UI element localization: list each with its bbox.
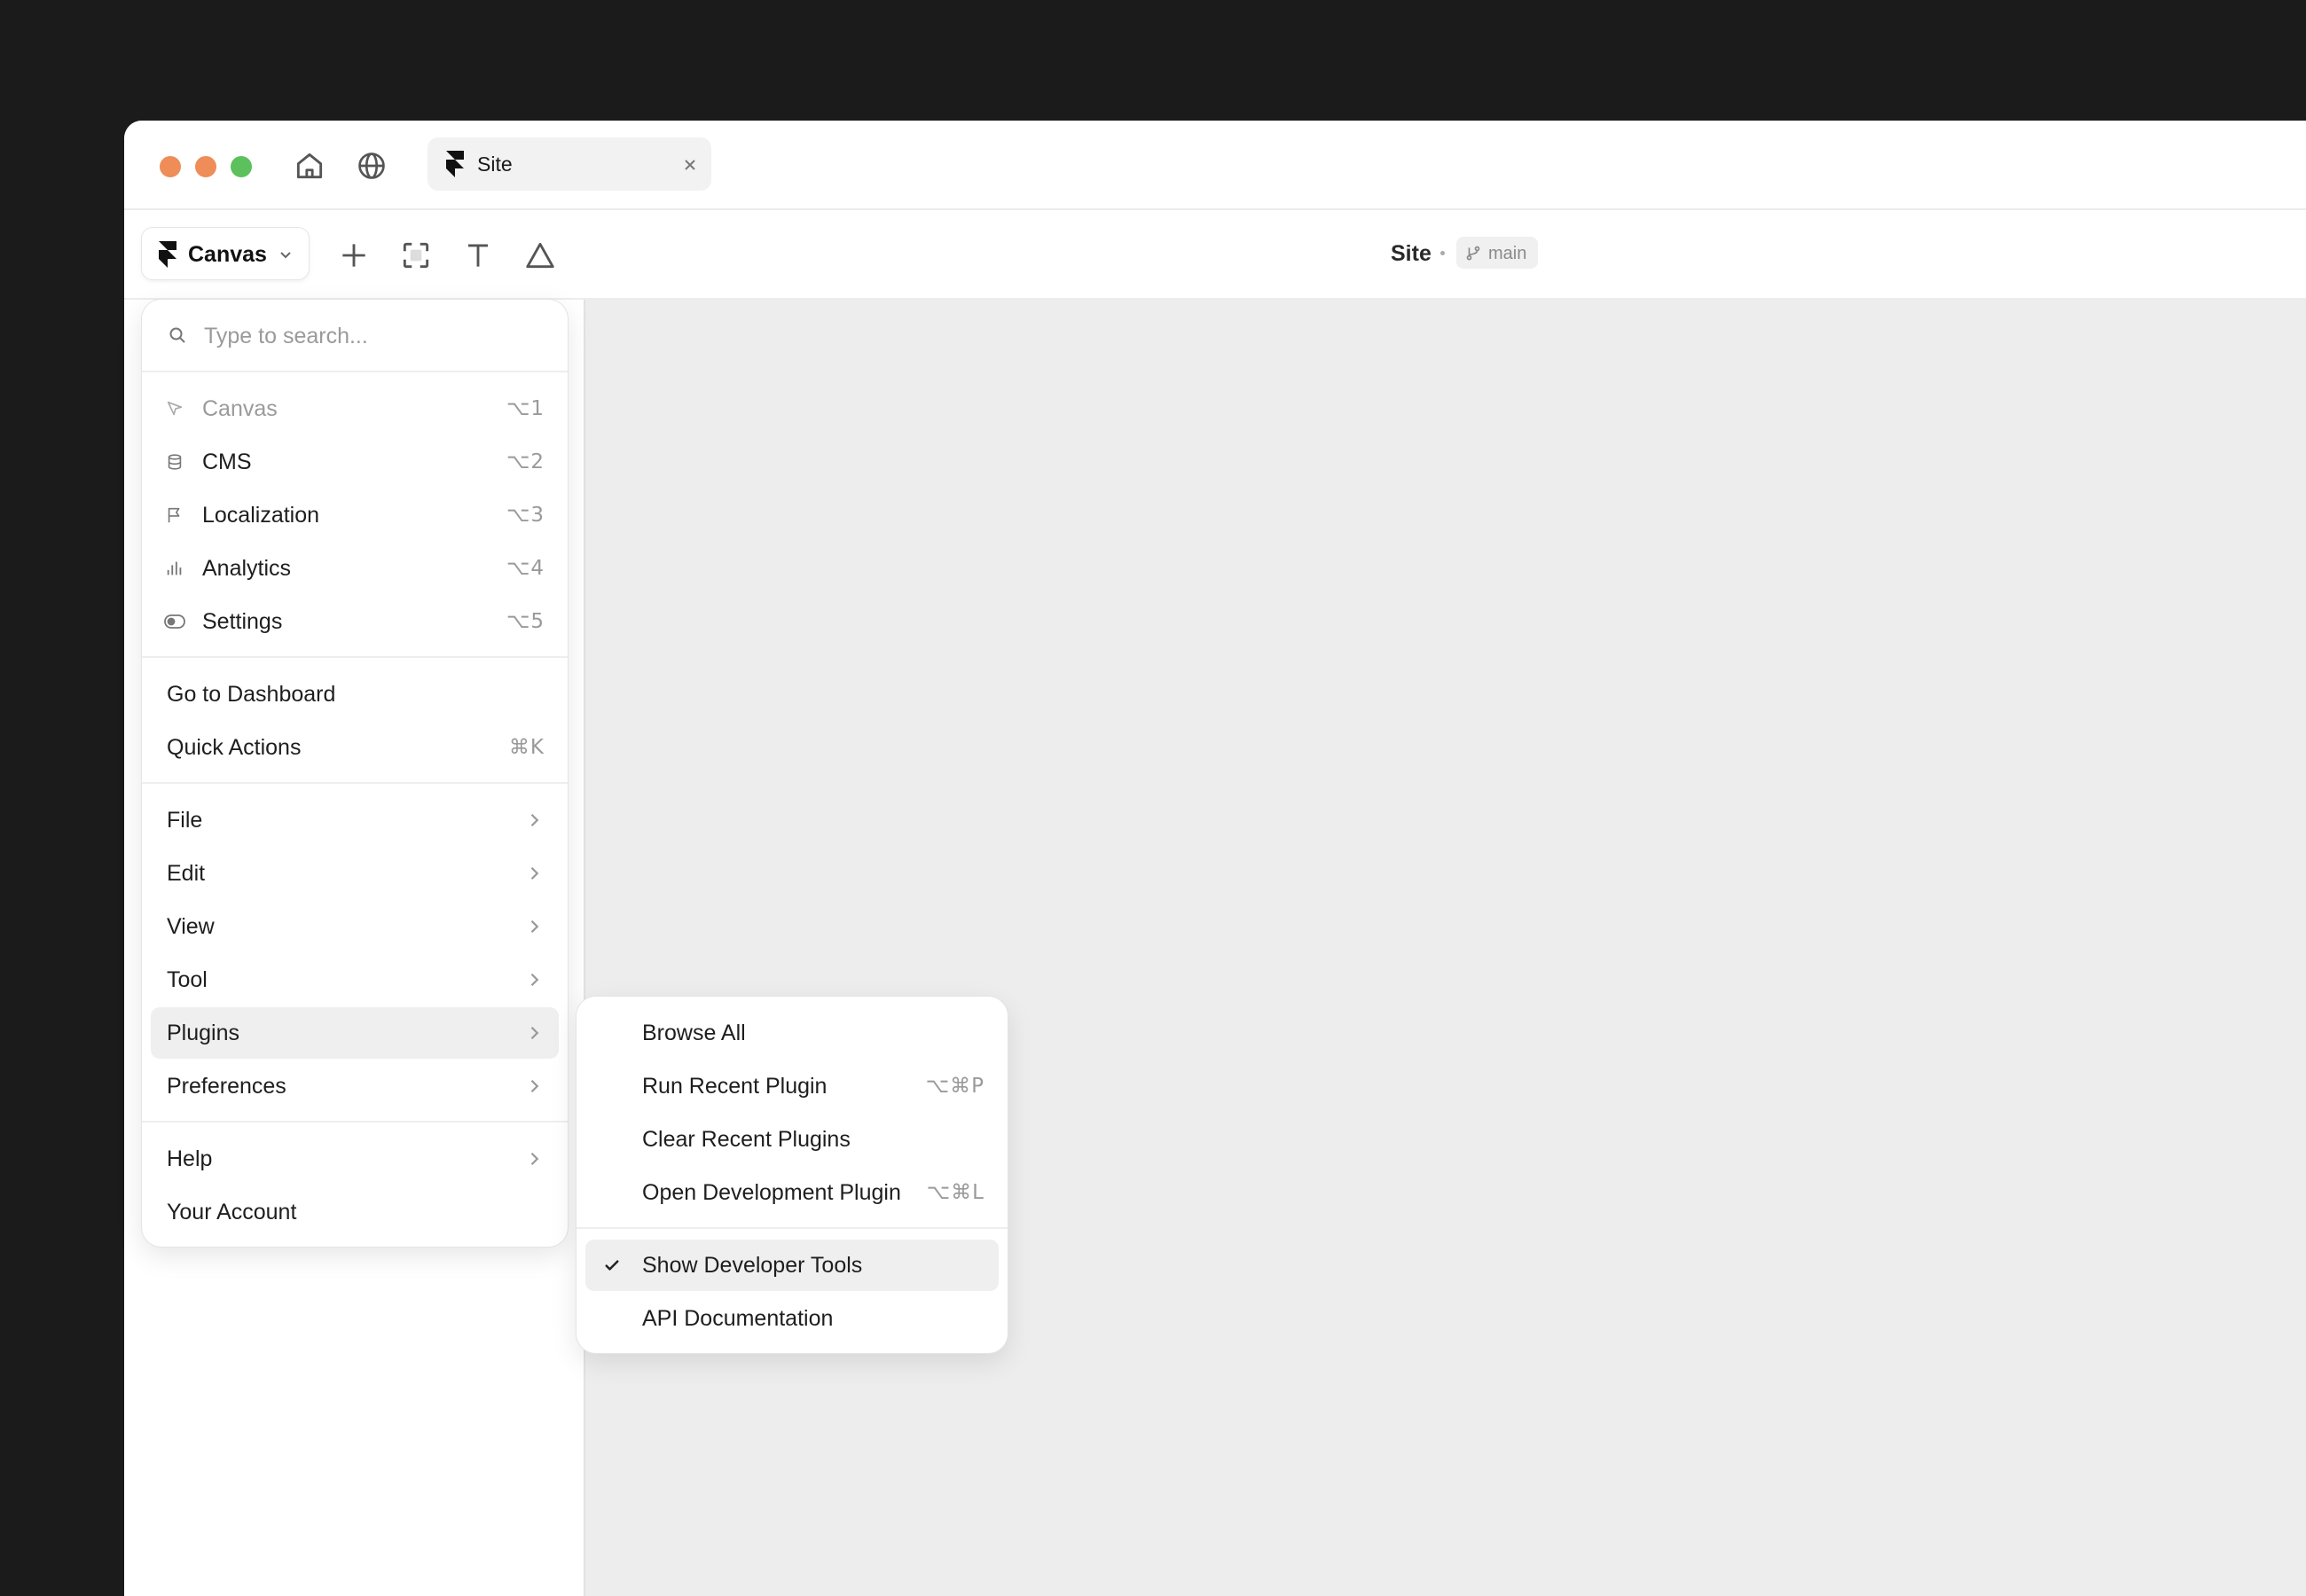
bar-chart-icon xyxy=(165,559,184,578)
menu-item-label: Analytics xyxy=(202,556,292,581)
flag-icon xyxy=(165,505,184,525)
submenu-item-run-recent-plugin[interactable]: Run Recent Plugin ⌥⌘P xyxy=(585,1060,999,1112)
minimize-window-button[interactable] xyxy=(195,156,216,177)
canvas-area[interactable] xyxy=(584,300,2306,1596)
menu-item-help[interactable]: Help xyxy=(151,1133,559,1185)
plugins-submenu: Browse All Run Recent Plugin ⌥⌘P Clear R… xyxy=(576,997,1008,1353)
menu-item-label: Open Development Plugin xyxy=(642,1180,901,1205)
menu-item-label: Your Account xyxy=(167,1200,297,1224)
menu-item-label: Run Recent Plugin xyxy=(642,1074,827,1099)
close-window-button[interactable] xyxy=(160,156,181,177)
shortcut: ⌥⌘L xyxy=(926,1181,984,1204)
menu-item-analytics[interactable]: Analytics ⌥4 xyxy=(151,543,559,594)
divider xyxy=(142,371,568,372)
plus-icon[interactable] xyxy=(337,239,371,272)
menu-item-label: Quick Actions xyxy=(167,735,302,760)
search-icon xyxy=(167,325,188,346)
menu-item-label: Preferences xyxy=(167,1074,286,1099)
chevron-right-icon xyxy=(525,918,543,935)
project-title: Site xyxy=(1391,241,1431,266)
shortcut: ⌥3 xyxy=(506,504,545,527)
menu-item-label: Show Developer Tools xyxy=(642,1253,863,1278)
submenu-item-open-development-plugin[interactable]: Open Development Plugin ⌥⌘L xyxy=(585,1167,999,1218)
frame-icon[interactable] xyxy=(399,239,433,272)
search-input[interactable] xyxy=(202,316,543,356)
menu-item-edit[interactable]: Edit xyxy=(151,848,559,899)
menu-item-cms[interactable]: CMS ⌥2 xyxy=(151,436,559,488)
menu-item-go-to-dashboard[interactable]: Go to Dashboard xyxy=(151,669,559,720)
toggle-icon xyxy=(163,612,186,631)
menu-item-quick-actions[interactable]: Quick Actions ⌘K xyxy=(151,722,559,773)
tab-site[interactable]: Site xyxy=(427,137,711,191)
submenu-item-clear-recent-plugins[interactable]: Clear Recent Plugins xyxy=(585,1114,999,1165)
menu-item-label: Edit xyxy=(167,861,206,886)
divider xyxy=(142,656,568,658)
menu-item-label: Plugins xyxy=(167,1021,239,1045)
home-icon[interactable] xyxy=(293,149,326,183)
chevron-right-icon xyxy=(525,1077,543,1095)
zoom-window-button[interactable] xyxy=(231,156,252,177)
framer-logo-icon xyxy=(443,151,467,177)
close-icon[interactable] xyxy=(683,158,697,172)
mode-label: Canvas xyxy=(188,242,267,267)
checkmark-icon xyxy=(603,1256,621,1274)
menu-item-label: Settings xyxy=(202,609,283,634)
chevron-right-icon xyxy=(525,971,543,989)
menu-item-canvas[interactable]: Canvas ⌥1 xyxy=(151,383,559,434)
shortcut: ⌥4 xyxy=(506,557,545,580)
branch-name: main xyxy=(1488,244,1527,263)
chevron-right-icon xyxy=(525,1150,543,1168)
submenu-item-show-developer-tools[interactable]: Show Developer Tools xyxy=(585,1240,999,1291)
title-separator xyxy=(1440,251,1445,255)
branch-badge[interactable]: main xyxy=(1456,237,1538,269)
shortcut: ⌥1 xyxy=(506,397,545,420)
menu-item-label: View xyxy=(167,914,215,939)
tab-title: Site xyxy=(477,153,513,176)
menu-item-label: File xyxy=(167,808,203,833)
menu-item-plugins[interactable]: Plugins xyxy=(151,1007,559,1059)
cursor-icon xyxy=(165,399,184,419)
toolbar: Canvas Site main xyxy=(124,210,2306,300)
menu-item-label: CMS xyxy=(202,450,252,474)
git-branch-icon xyxy=(1465,245,1481,261)
menu-item-label: Canvas xyxy=(202,396,278,421)
mode-menu-button[interactable]: Canvas xyxy=(142,228,309,279)
chevron-down-icon xyxy=(278,247,293,262)
shortcut: ⌘K xyxy=(508,736,545,759)
submenu-item-browse-all[interactable]: Browse All xyxy=(585,1007,999,1059)
menu-item-view[interactable]: View xyxy=(151,901,559,952)
shortcut: ⌥2 xyxy=(506,450,545,473)
framer-logo-icon xyxy=(158,241,177,268)
submenu-item-api-documentation[interactable]: API Documentation xyxy=(585,1293,999,1344)
menu-item-label: Help xyxy=(167,1146,213,1171)
menu-item-your-account[interactable]: Your Account xyxy=(151,1186,559,1238)
menu-item-label: Go to Dashboard xyxy=(167,682,336,707)
divider xyxy=(142,1121,568,1123)
menu-item-label: API Documentation xyxy=(642,1306,834,1331)
menu-item-localization[interactable]: Localization ⌥3 xyxy=(151,489,559,541)
menu-item-label: Browse All xyxy=(642,1021,746,1045)
chevron-right-icon xyxy=(525,811,543,829)
title-bar: Site xyxy=(124,121,2306,210)
menu-item-file[interactable]: File xyxy=(151,794,559,846)
menu-item-label: Clear Recent Plugins xyxy=(642,1127,851,1152)
menu-item-tool[interactable]: Tool xyxy=(151,954,559,1005)
shortcut: ⌥⌘P xyxy=(925,1075,984,1098)
divider xyxy=(576,1227,1008,1229)
text-tool-icon[interactable] xyxy=(461,239,495,272)
database-icon xyxy=(165,452,184,472)
menu-item-settings[interactable]: Settings ⌥5 xyxy=(151,596,559,647)
menu-item-preferences[interactable]: Preferences xyxy=(151,1060,559,1112)
divider xyxy=(142,782,568,784)
menu-search xyxy=(142,300,568,371)
chevron-right-icon xyxy=(525,1024,543,1042)
menu-item-label: Localization xyxy=(202,503,320,528)
main-menu: Canvas ⌥1 CMS ⌥2 Localization ⌥3 Analyti… xyxy=(142,300,568,1247)
menu-item-label: Tool xyxy=(167,967,208,992)
shortcut: ⌥5 xyxy=(506,610,545,633)
triangle-icon[interactable] xyxy=(523,239,557,272)
chevron-right-icon xyxy=(525,864,543,882)
globe-icon[interactable] xyxy=(355,149,388,183)
